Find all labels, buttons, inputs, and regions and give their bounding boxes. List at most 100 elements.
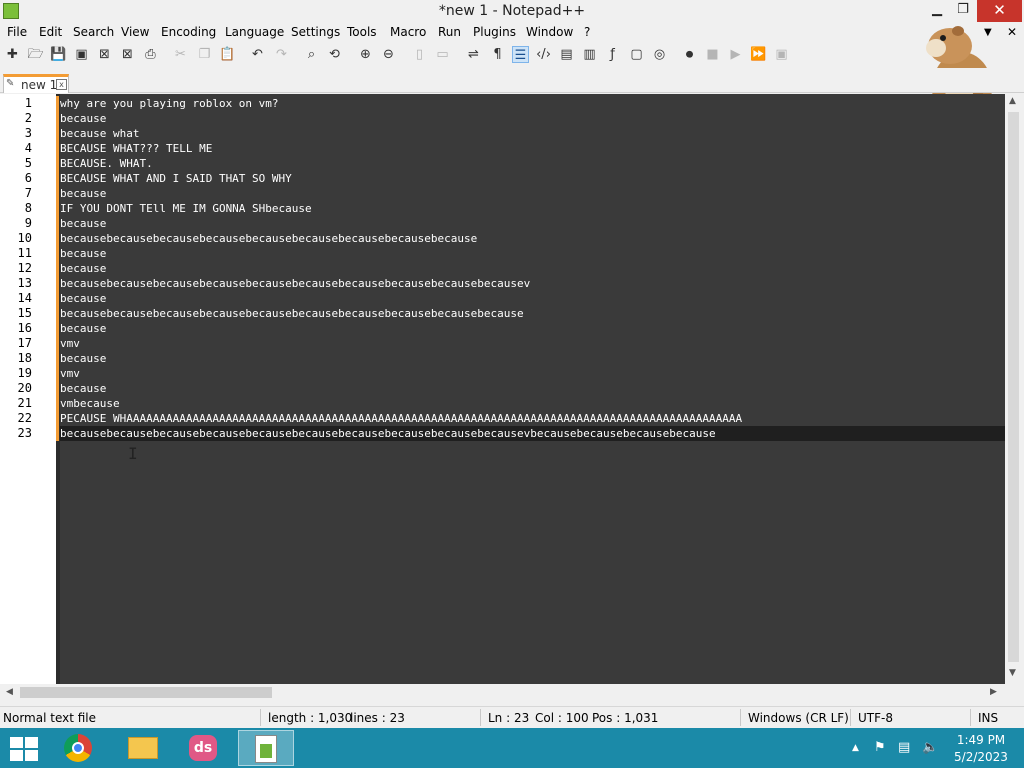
status-eol[interactable]: Windows (CR LF): [748, 711, 849, 725]
editor-line[interactable]: 7 because: [0, 186, 1005, 201]
editor-line[interactable]: 15 becausebecausebecausebecausebecausebec…: [0, 306, 1005, 321]
editor-line[interactable]: 12 because: [0, 261, 1005, 276]
line-text[interactable]: vmv: [60, 336, 1005, 351]
tab-new-1[interactable]: ✎ new 1 x: [3, 74, 69, 93]
find-icon[interactable]: ⌕: [303, 46, 320, 63]
undo-icon[interactable]: ↶: [249, 46, 266, 63]
line-text[interactable]: IF YOU DONT TEll ME IM GONNA SHbecause: [60, 201, 1005, 216]
close-file-icon[interactable]: ⊠: [96, 46, 113, 63]
playback-icon[interactable]: ▶: [727, 46, 744, 63]
scroll-left-icon[interactable]: ◀: [6, 687, 13, 697]
editor-line[interactable]: 19 vmv: [0, 366, 1005, 381]
menu-help[interactable]: ?: [584, 25, 590, 39]
editor-line[interactable]: 20 because: [0, 381, 1005, 396]
menu-language[interactable]: Language: [225, 25, 284, 39]
taskbar-notepad-plus-plus[interactable]: [238, 730, 294, 766]
line-text[interactable]: BECAUSE WHAT??? TELL ME: [60, 141, 1005, 156]
editor-line[interactable]: 6 BECAUSE WHAT AND I SAID THAT SO WHY: [0, 171, 1005, 186]
line-text[interactable]: because: [60, 381, 1005, 396]
scroll-right-icon[interactable]: ▶: [990, 687, 997, 697]
editor-line[interactable]: 11 because: [0, 246, 1005, 261]
status-encoding[interactable]: UTF-8: [858, 711, 893, 725]
close-all-icon[interactable]: ⊠: [119, 46, 136, 63]
menu-view[interactable]: View: [121, 25, 149, 39]
editor-line[interactable]: 13 becausebecausebecausebecausebecausebec…: [0, 276, 1005, 291]
taskbar-chrome[interactable]: [50, 730, 106, 766]
clock-time[interactable]: 1:49 PM: [956, 733, 1006, 747]
editor-line[interactable]: 3 because what: [0, 126, 1005, 141]
editor-line[interactable]: 18 because: [0, 351, 1005, 366]
editor-line[interactable]: 21 vmbecause: [0, 396, 1005, 411]
html-tag-icon[interactable]: ‹/›: [535, 46, 552, 63]
menu-settings[interactable]: Settings: [291, 25, 340, 39]
line-text[interactable]: because: [60, 246, 1005, 261]
indent-guide-icon[interactable]: ☰: [512, 46, 529, 63]
line-text[interactable]: BECAUSE WHAT AND I SAID THAT SO WHY: [60, 171, 1005, 186]
redo-icon[interactable]: ↷: [273, 46, 290, 63]
document-map-icon[interactable]: ▤: [558, 46, 575, 63]
windows-start-icon[interactable]: [10, 737, 38, 761]
menu-tools[interactable]: Tools: [347, 25, 377, 39]
stop-recording-icon[interactable]: ■: [704, 46, 721, 63]
line-text[interactable]: because: [60, 216, 1005, 231]
editor-line[interactable]: 2 because: [0, 111, 1005, 126]
taskbar-file-explorer[interactable]: [114, 730, 170, 766]
editor-line[interactable]: 5 BECAUSE. WHAT.: [0, 156, 1005, 171]
paste-icon[interactable]: 📋: [219, 46, 236, 63]
menu-plugins[interactable]: Plugins: [473, 25, 516, 39]
menu-macro[interactable]: Macro: [390, 25, 426, 39]
scroll-up-icon[interactable]: ▲: [1009, 96, 1016, 106]
network-icon[interactable]: ▤: [898, 740, 910, 755]
sync-vertical-icon[interactable]: ▯: [411, 46, 428, 63]
menu-encoding[interactable]: Encoding: [161, 25, 216, 39]
menu-run[interactable]: Run: [438, 25, 461, 39]
editor-line[interactable]: 23 becausebecausebecausebecausebecausebec…: [0, 426, 1005, 441]
tab-close-icon[interactable]: x: [56, 79, 67, 90]
status-column[interactable]: Col : 100: [535, 711, 589, 725]
vertical-scrollbar[interactable]: ▲ ▼: [1005, 94, 1022, 684]
editor-line[interactable]: 17 vmv: [0, 336, 1005, 351]
line-text[interactable]: BECAUSE. WHAT.: [60, 156, 1005, 171]
editor-line[interactable]: 9 because: [0, 216, 1005, 231]
status-position[interactable]: Pos : 1,031: [592, 711, 658, 725]
editor-line[interactable]: 10 becausebecausebecausebecausebecausebec…: [0, 231, 1005, 246]
menu-edit[interactable]: Edit: [39, 25, 62, 39]
scroll-down-icon[interactable]: ▼: [1009, 668, 1016, 678]
editor-line[interactable]: 16 because: [0, 321, 1005, 336]
line-text[interactable]: becausebecausebecausebecausebecausebecau…: [60, 231, 1005, 246]
word-wrap-icon[interactable]: ⇌: [465, 46, 482, 63]
record-macro-icon[interactable]: ⏺: [681, 46, 698, 63]
editor-line[interactable]: 1 why are you playing roblox on vm?: [0, 96, 1005, 111]
editor-line[interactable]: 8 IF YOU DONT TEll ME IM GONNA SHbecause: [0, 201, 1005, 216]
save-icon[interactable]: 💾: [50, 46, 67, 63]
save-macro-icon[interactable]: ▣: [773, 46, 790, 63]
editor[interactable]: 1 why are you playing roblox on vm? 2 becau…: [0, 94, 1005, 684]
line-text[interactable]: vmbecause: [60, 396, 1005, 411]
volume-muted-icon[interactable]: 🔈: [922, 740, 938, 755]
sync-horizontal-icon[interactable]: ▭: [434, 46, 451, 63]
folder-workspace-icon[interactable]: ◎: [651, 46, 668, 63]
zoom-in-icon[interactable]: ⊕: [357, 46, 374, 63]
show-all-characters-icon[interactable]: ¶: [489, 46, 506, 63]
editor-line[interactable]: 4 BECAUSE WHAT??? TELL ME: [0, 141, 1005, 156]
horizontal-scroll-thumb[interactable]: [20, 687, 272, 698]
monitor-icon[interactable]: ▢: [628, 46, 645, 63]
status-insert-mode[interactable]: INS: [978, 711, 998, 725]
menu-window[interactable]: Window: [526, 25, 573, 39]
new-file-icon[interactable]: ✚: [4, 46, 21, 63]
show-hidden-icons-icon[interactable]: ▲: [852, 743, 859, 753]
zoom-out-icon[interactable]: ⊖: [380, 46, 397, 63]
horizontal-scrollbar[interactable]: ◀ ▶: [0, 684, 1005, 701]
replace-icon[interactable]: ⟲: [326, 46, 343, 63]
action-center-flag-icon[interactable]: ⚑: [874, 740, 886, 755]
cut-icon[interactable]: ✂: [172, 46, 189, 63]
line-text[interactable]: because: [60, 186, 1005, 201]
line-text[interactable]: PECAUSE WHAAAAAAAAAAAAAAAAAAAAAAAAAAAAAA…: [60, 411, 1005, 426]
save-all-icon[interactable]: ▣: [73, 46, 90, 63]
line-text[interactable]: because: [60, 291, 1005, 306]
editor-line[interactable]: 22 PECAUSE WHAAAAAAAAAAAAAAAAAAAAAAAAAAAA…: [0, 411, 1005, 426]
line-text[interactable]: because: [60, 111, 1005, 126]
line-text[interactable]: because: [60, 351, 1005, 366]
line-text[interactable]: because: [60, 261, 1005, 276]
print-icon[interactable]: ⎙: [142, 46, 159, 63]
